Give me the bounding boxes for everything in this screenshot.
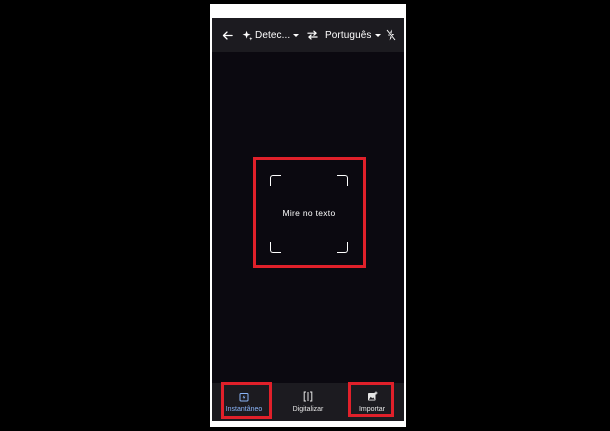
instant-camera-icon <box>239 392 249 401</box>
flash-toggle-button[interactable] <box>384 18 398 52</box>
target-language-dropdown[interactable]: Português <box>325 18 381 52</box>
mode-bar: Instantâneo Digitalizar Importar <box>212 383 404 421</box>
source-language-dropdown[interactable]: Detec... <box>242 18 300 52</box>
camera-screen: Detec... Português Mire no texto Instant… <box>212 18 404 421</box>
mode-import-button[interactable]: Importar <box>340 383 404 421</box>
phone-frame: Detec... Português Mire no texto Instant… <box>210 4 406 427</box>
chevron-down-icon <box>293 33 300 37</box>
swap-arrows-icon <box>306 30 318 40</box>
sparkle-icon <box>242 30 253 40</box>
mode-label: Instantâneo <box>225 405 263 413</box>
chevron-down-icon <box>374 33 381 37</box>
mode-instant-button[interactable]: Instantâneo <box>212 383 276 421</box>
mode-label: Importar <box>358 406 386 413</box>
aim-hint-text: Mire no texto <box>282 208 336 218</box>
back-button[interactable] <box>220 18 234 52</box>
viewfinder-corner <box>337 175 348 186</box>
viewfinder-corner <box>337 242 348 253</box>
mode-scan-button[interactable]: Digitalizar <box>276 383 340 421</box>
import-image-icon <box>367 391 377 401</box>
target-language-label: Português <box>325 29 372 41</box>
viewfinder-corner <box>270 175 281 186</box>
source-language-label: Detec... <box>255 29 291 41</box>
screenshot-stage: Detec... Português Mire no texto Instant… <box>0 0 610 431</box>
viewfinder-corner <box>270 242 281 253</box>
swap-languages-button[interactable] <box>305 18 319 52</box>
viewfinder-frame: Mire no texto <box>270 175 348 253</box>
flash-off-icon <box>386 29 396 41</box>
scan-frame-icon <box>303 391 313 402</box>
mode-label: Digitalizar <box>292 406 324 413</box>
top-toolbar: Detec... Português <box>212 18 404 52</box>
arrow-left-icon <box>222 30 233 40</box>
